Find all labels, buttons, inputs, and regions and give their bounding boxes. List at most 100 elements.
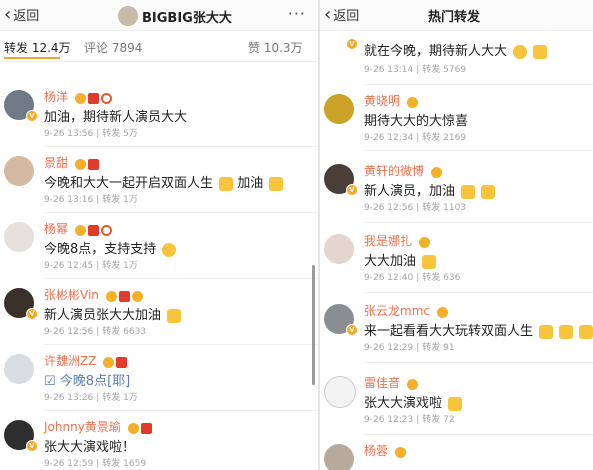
cheers-emoji-icon	[481, 184, 496, 199]
repost-count: 转发 1万	[102, 261, 138, 271]
post-meta: 9-26 12:34 | 转发 2169	[364, 133, 467, 143]
post-meta: 9-26 12:23 | 转发 72	[364, 415, 455, 425]
post-text: 张大大演戏啦	[364, 392, 463, 411]
list-item[interactable]: 景甜 今晚和大大一起开启双面人生 加油 9-26 13:16 | 转发 1万	[0, 154, 318, 214]
timestamp: 9-26 12:23	[364, 415, 414, 425]
list-item[interactable]: 许魏洲ZZ ☑ 今晚8点[耶] 9-26 13:26 | 转发 1万	[0, 352, 318, 412]
avatar[interactable]	[324, 444, 354, 470]
crown-icon	[394, 446, 406, 458]
post-meta: 9-26 12:56 | 转发 1103	[364, 203, 467, 213]
post-text: 张大大演戏啦！	[44, 440, 136, 455]
list-item[interactable]: 杨蓉	[320, 442, 593, 470]
post-meta: 9-26 12:45 | 转发 1万	[44, 261, 138, 271]
page-title: BIGBIG张大大	[118, 6, 232, 26]
strong-arm-emoji-icon	[422, 254, 437, 269]
list-item[interactable]: V 杨洋 加油，期待新人演员大大 9-26 13:56 | 转发 5万	[0, 88, 318, 148]
timestamp: 9-26 12:59	[44, 459, 94, 469]
active-tab-indicator	[4, 57, 60, 59]
list-item[interactable]: V Johnny黄景瑜 张大大演戏啦！ 9-26 12:59 | 转发 1659	[0, 418, 318, 470]
tab-like[interactable]: 赞 10.3万	[248, 39, 303, 56]
divider	[364, 434, 593, 435]
post-meta: 9-26 12:29 | 转发 91	[364, 343, 455, 353]
crown-icon	[406, 378, 418, 390]
repost-count: 转发 72	[422, 415, 455, 425]
crown-icon	[418, 236, 430, 248]
list-item[interactable]: V 黄轩的微博 新人演员，加油 9-26 12:56 | 转发 1103	[320, 162, 593, 222]
victory-hand-emoji-icon	[219, 176, 234, 191]
list-item[interactable]: 雷佳音 张大大演戏啦 9-26 12:23 | 转发 72	[320, 374, 593, 434]
list-item[interactable]: 杨幂 今晚8点，支持支持 9-26 12:45 | 转发 1万	[0, 220, 318, 280]
username-link[interactable]: 黄轩的微博	[364, 162, 444, 179]
username-link[interactable]: 黄晓明	[364, 92, 420, 109]
strong-arm-emoji-icon	[559, 324, 574, 339]
more-options-icon[interactable]: ···	[288, 4, 306, 23]
verified-icon: V	[346, 324, 358, 336]
username-link[interactable]: 杨幂	[44, 220, 114, 237]
strong-arm-emoji-icon	[461, 184, 476, 199]
post-text: 新人演员，加油	[364, 180, 496, 199]
repost-count: 转发 91	[422, 343, 455, 353]
avatar[interactable]	[324, 234, 354, 264]
username-link[interactable]: 杨洋	[44, 88, 114, 105]
username-link[interactable]: 杨蓉	[364, 442, 408, 459]
tab-repost[interactable]: 转发 12.4万	[4, 39, 71, 56]
list-item[interactable]: V 张云龙mmc 来一起看看大大玩转双面人生 9-26 12:29 | 转发 91	[320, 302, 593, 362]
crown-icon	[74, 224, 86, 236]
crown-icon	[74, 158, 86, 170]
timestamp: 9-26 13:14	[364, 65, 414, 75]
avatar[interactable]	[4, 156, 34, 186]
crown-icon	[406, 96, 418, 108]
username-link[interactable]: 雷佳音	[364, 374, 420, 391]
list-item[interactable]: 黄晓明 期待大大的大惊喜 9-26 12:34 | 转发 2169	[320, 92, 593, 152]
flag-icon	[87, 224, 99, 236]
divider	[44, 410, 318, 411]
list-item[interactable]: 我是娜扎 大大加油 9-26 12:40 | 转发 636	[320, 232, 593, 292]
back-button[interactable]: ‹ 返回	[324, 5, 359, 24]
list-item[interactable]: V 张彬彬Vin 新人演员张大大加油 9-26 12:56 | 转发 6633	[0, 286, 318, 346]
back-button[interactable]: ‹ 返回	[4, 5, 39, 24]
timestamp: 9-26 12:45	[44, 261, 94, 271]
timestamp: 9-26 13:26	[44, 393, 94, 403]
flag-icon	[140, 422, 152, 434]
repost-count: 转发 5万	[102, 129, 138, 139]
post-meta: 9-26 12:40 | 转发 636	[364, 273, 461, 283]
post-meta: 9-26 13:56 | 转发 5万	[44, 129, 138, 139]
repost-count: 转发 1万	[102, 195, 138, 205]
divider	[364, 84, 593, 85]
username-link[interactable]: Johnny黄景瑜	[44, 418, 154, 435]
post-meta: 9-26 13:26 | 转发 1万	[44, 393, 138, 403]
timestamp: 9-26 12:40	[364, 273, 414, 283]
shocked-face-emoji-icon	[162, 242, 177, 257]
repost-count: 转发 5769	[422, 65, 467, 75]
scrollbar[interactable]	[312, 265, 315, 385]
repost-panel-left: ‹ 返回 BIGBIG张大大 ··· 转发 12.4万 评论 7894 赞 10…	[0, 0, 318, 470]
crown-icon	[127, 422, 139, 434]
username-link[interactable]: 张彬彬Vin	[44, 286, 145, 303]
list-item[interactable]: V 就在今晚，期待新人大大 9-26 13:14 | 转发 5769	[320, 32, 593, 84]
verified-icon: V	[26, 308, 38, 320]
avatar[interactable]	[4, 222, 34, 252]
username-link[interactable]: 景甜	[44, 154, 101, 171]
divider	[44, 146, 318, 147]
top-bar: ‹ 返回 热门转发	[320, 0, 593, 31]
post-text: 今晚8点，支持支持	[44, 238, 177, 257]
repost-count: 转发 636	[422, 273, 461, 283]
username-link[interactable]: 张云龙mmc	[364, 302, 450, 319]
strong-arm-emoji-icon	[167, 308, 182, 323]
tab-comment[interactable]: 评论 7894	[84, 39, 142, 56]
thumbs-up-emoji-icon	[533, 44, 548, 59]
cheers-emoji-icon	[448, 396, 463, 411]
verified-icon: V	[346, 184, 358, 196]
avatar[interactable]	[324, 376, 356, 408]
crown-icon	[436, 306, 448, 318]
post-text: 大大加油	[364, 250, 437, 269]
repost-count: 转发 6633	[102, 327, 147, 337]
post-text: 加油，期待新人演员大大	[44, 110, 188, 125]
post-text[interactable]: ☑ 今晚8点[耶]	[44, 370, 130, 389]
grinning-face-emoji-icon	[513, 44, 528, 59]
repost-count: 转发 1103	[422, 203, 467, 213]
avatar[interactable]	[4, 354, 34, 384]
avatar[interactable]	[324, 94, 354, 124]
username-link[interactable]: 许魏洲ZZ	[44, 352, 129, 369]
username-link[interactable]: 我是娜扎	[364, 232, 432, 249]
